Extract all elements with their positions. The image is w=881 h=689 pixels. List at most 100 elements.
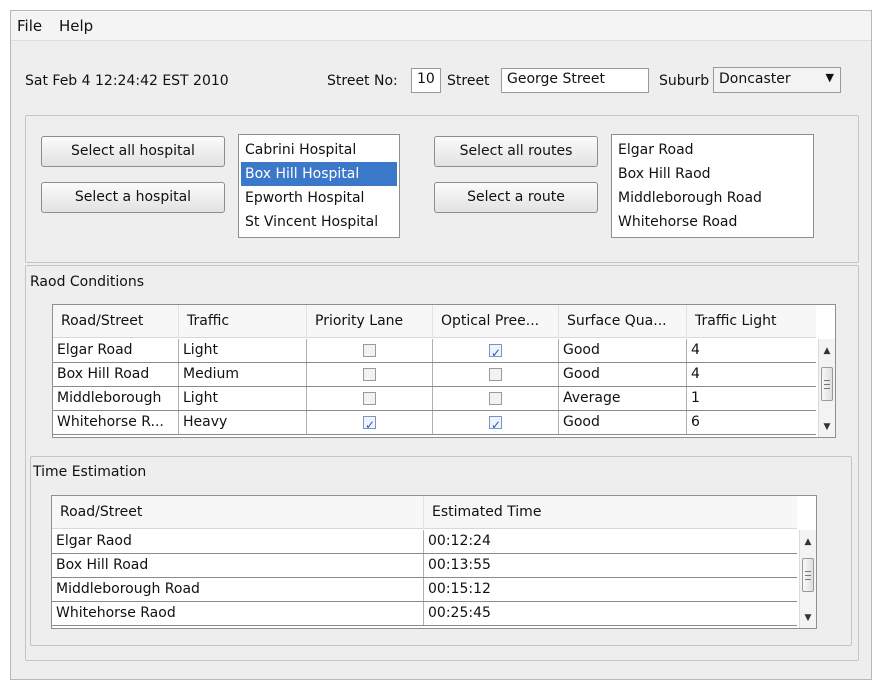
cell-surface: Average [559, 387, 687, 410]
cell-light: 4 [691, 366, 700, 382]
time-estimation-title: Time Estimation [33, 464, 147, 480]
cell-time: 00:15:12 [428, 581, 491, 597]
select-all-hospital-button[interactable]: Select all hospital [41, 136, 225, 167]
street-input[interactable]: George Street [501, 68, 649, 93]
cell-optical [433, 387, 559, 410]
menu-help[interactable]: Help [59, 17, 93, 35]
cell-time: 00:25:45 [428, 605, 491, 621]
cell-priority-lane [307, 387, 433, 410]
cell-surface: Good [559, 363, 687, 386]
scroll-up-icon[interactable]: ▲ [819, 343, 835, 359]
route-list[interactable]: Elgar Road Box Hill Raod Middleborough R… [611, 134, 814, 238]
scroll-up-icon[interactable]: ▲ [800, 534, 816, 550]
selection-group: Select all hospital Select a hospital Ca… [25, 115, 859, 263]
select-all-routes-button[interactable]: Select all routes [434, 136, 598, 167]
select-a-route-button[interactable]: Select a route [434, 182, 598, 213]
column-header[interactable]: Estimated Time [424, 496, 797, 529]
suburb-value: Doncaster [719, 71, 791, 87]
cell-light: 4 [691, 342, 700, 358]
optical-checkbox[interactable]: ✓ [489, 344, 502, 360]
priority-lane-checkbox[interactable] [363, 344, 376, 357]
street-label: Street [447, 73, 490, 89]
road-conditions-scrollbar[interactable]: ▲ ▼ [818, 339, 835, 437]
cell-traffic: Light [179, 387, 307, 410]
street-no-input[interactable]: 10 [411, 68, 441, 93]
cell-traffic: Heavy [179, 411, 307, 434]
cell-road: Middleborough [53, 387, 179, 410]
road-conditions-title: Raod Conditions [30, 274, 145, 290]
grip-line [805, 579, 811, 580]
column-header[interactable]: Priority Lane [307, 305, 433, 338]
scroll-down-icon[interactable]: ▼ [800, 610, 816, 626]
optical-checkbox[interactable]: ✓ [489, 416, 502, 432]
table-row[interactable]: Box Hill Road Medium Good 4 [53, 363, 816, 387]
cell-optical: ✓ [433, 339, 559, 362]
cell-optical: ✓ [433, 411, 559, 434]
time-estimation-group: Time Estimation Road/Street Estimated Ti… [30, 456, 852, 646]
table-row[interactable]: Elgar Raod 00:12:24 [52, 530, 797, 554]
street-no-label: Street No: [327, 73, 398, 89]
time-estimation-table[interactable]: Road/Street Estimated Time Elgar Raod 00… [51, 495, 817, 629]
time-estimation-scrollbar[interactable]: ▲ ▼ [799, 530, 816, 628]
cell-road: Elgar Raod [52, 530, 424, 553]
cell-road: Box Hill Road [52, 554, 424, 577]
cell-priority-lane [307, 363, 433, 386]
suburb-dropdown[interactable]: Doncaster ▼ [713, 67, 841, 93]
column-header[interactable]: Traffic Light [687, 305, 816, 338]
cell-priority-lane [307, 339, 433, 362]
grip-line [824, 384, 830, 385]
time-estimation-header: Road/Street Estimated Time [52, 496, 797, 529]
priority-lane-checkbox[interactable] [363, 392, 376, 405]
road-conditions-group: Raod Conditions Road/Street Traffic Prio… [25, 265, 859, 661]
cell-road: Middleborough Road [52, 578, 424, 601]
chevron-down-icon: ▼ [825, 71, 834, 84]
hospital-item[interactable]: Cabrini Hospital [241, 138, 397, 162]
hospital-list[interactable]: Cabrini Hospital Box Hill Hospital Epwor… [238, 134, 400, 238]
scroll-down-icon[interactable]: ▼ [819, 419, 835, 435]
road-conditions-table[interactable]: Road/Street Traffic Priority Lane Optica… [52, 304, 836, 438]
menu-bar: File Help [11, 11, 871, 41]
menu-file[interactable]: File [17, 17, 42, 35]
column-header[interactable]: Traffic [179, 305, 307, 338]
table-row[interactable]: Whitehorse Raod 00:25:45 [52, 602, 797, 626]
route-item[interactable]: Box Hill Raod [614, 162, 811, 186]
column-header[interactable]: Road/Street [52, 496, 424, 529]
scrollbar-thumb[interactable] [821, 367, 833, 401]
optical-checkbox[interactable] [489, 368, 502, 381]
cell-traffic: Light [179, 339, 307, 362]
table-row[interactable]: Middleborough Road 00:15:12 [52, 578, 797, 602]
checkbox-checked-icon: ✓ [491, 418, 502, 432]
cell-time: 00:13:55 [428, 557, 491, 573]
app-window: File Help Sat Feb 4 12:24:42 EST 2010 St… [10, 10, 872, 680]
scrollbar-thumb[interactable] [802, 558, 814, 592]
optical-checkbox[interactable] [489, 392, 502, 405]
cell-road: Whitehorse Raod [52, 602, 424, 625]
cell-light: 1 [691, 390, 700, 406]
priority-lane-checkbox[interactable]: ✓ [363, 416, 376, 432]
table-row[interactable]: Elgar Road Light ✓ Good 4 [53, 339, 816, 363]
column-header[interactable]: Surface Qua... [559, 305, 687, 338]
road-conditions-header: Road/Street Traffic Priority Lane Optica… [53, 305, 816, 338]
cell-light: 6 [691, 414, 700, 430]
cell-optical [433, 363, 559, 386]
checkbox-checked-icon: ✓ [365, 418, 376, 432]
table-row[interactable]: Middleborough Light Average 1 [53, 387, 816, 411]
column-header[interactable]: Optical Pree... [433, 305, 559, 338]
priority-lane-checkbox[interactable] [363, 368, 376, 381]
route-item[interactable]: Whitehorse Road [614, 210, 811, 234]
datetime-label: Sat Feb 4 12:24:42 EST 2010 [25, 73, 229, 89]
column-header[interactable]: Road/Street [53, 305, 179, 338]
route-item[interactable]: Middleborough Road [614, 186, 811, 210]
table-row[interactable]: Whitehorse R... Heavy ✓ ✓ Good 6 [53, 411, 816, 435]
cell-road: Elgar Road [53, 339, 179, 362]
table-row[interactable]: Box Hill Road 00:13:55 [52, 554, 797, 578]
hospital-item-selected[interactable]: Box Hill Hospital [241, 162, 397, 186]
hospital-item[interactable]: Epworth Hospital [241, 186, 397, 210]
hospital-item[interactable]: St Vincent Hospital [241, 210, 397, 234]
grip-line [805, 575, 811, 576]
cell-traffic: Medium [179, 363, 307, 386]
select-a-hospital-button[interactable]: Select a hospital [41, 182, 225, 213]
cell-surface: Good [559, 339, 687, 362]
grip-line [824, 388, 830, 389]
route-item[interactable]: Elgar Road [614, 138, 811, 162]
